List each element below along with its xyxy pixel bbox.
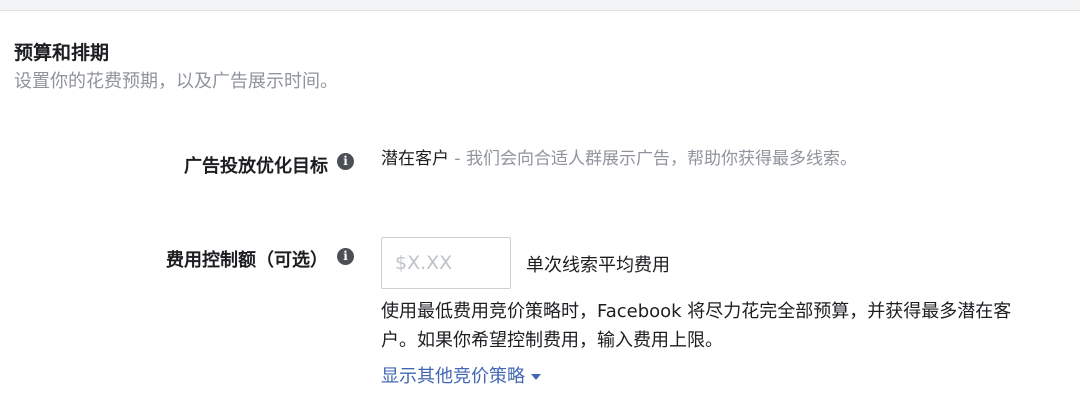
cost-control-help-text: 使用最低费用竞价策略时，Facebook 将尽力花完全部预算，并获得最多潜在客户…: [381, 301, 1012, 351]
optimization-goal-label: 广告投放优化目标: [184, 156, 328, 177]
top-divider-bar: [0, 0, 1080, 11]
cost-input-suffix: 单次线索平均费用: [526, 255, 670, 276]
section-title: 预算和排期: [14, 42, 110, 64]
info-icon[interactable]: i: [337, 248, 354, 265]
section-subtitle: 设置你的花费预期，以及广告展示时间。: [14, 71, 338, 92]
show-bid-strategies-label: 显示其他竞价策略: [381, 366, 525, 387]
show-bid-strategies-link[interactable]: 显示其他竞价策略: [381, 362, 541, 388]
cost-cap-input[interactable]: [381, 237, 511, 289]
caret-down-icon: [531, 374, 541, 380]
optimization-goal-value: 潜在客户: [381, 149, 449, 169]
cost-control-label: 费用控制额（可选）: [166, 250, 328, 271]
info-icon[interactable]: i: [337, 153, 354, 170]
optimization-goal-description: - 我们会向合适人群展示广告，帮助你获得最多线索。: [449, 149, 857, 169]
optimization-goal-value-line: 潜在客户 - 我们会向合适人群展示广告，帮助你获得最多线索。: [381, 144, 857, 169]
